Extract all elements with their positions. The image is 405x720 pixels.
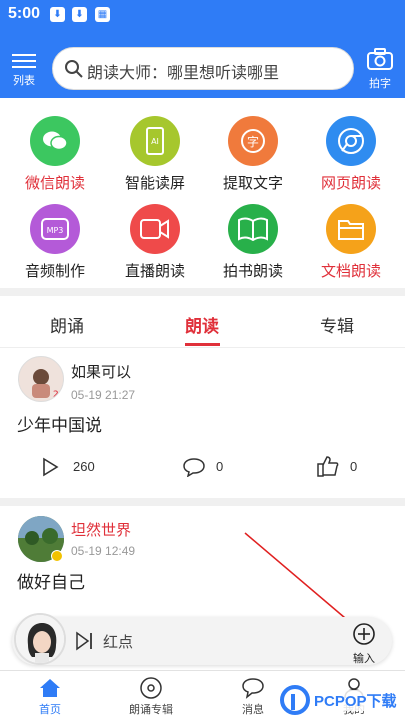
svg-text:AI: AI (151, 137, 159, 146)
player-cover[interactable] (14, 613, 66, 665)
play-next-icon[interactable] (74, 631, 94, 651)
tab-recite[interactable]: 朗诵 (50, 312, 84, 337)
nav-messages[interactable]: 消息 (218, 677, 288, 717)
feature-label: 文档朗读 (320, 263, 381, 280)
wechat-read-button[interactable]: 微信朗读 (10, 116, 100, 193)
play-count[interactable] (40, 457, 60, 481)
watermark-text: PCPOP下载 (314, 690, 397, 711)
comment-button[interactable] (183, 457, 205, 481)
ai-screen-icon: AI (130, 116, 180, 166)
post-username[interactable]: 如果可以 (71, 361, 131, 382)
download-icon: ⬇ (72, 7, 87, 22)
video-icon (130, 204, 180, 254)
menu-label: 列表 (13, 75, 35, 87)
menu-button[interactable]: 列表 (9, 50, 39, 88)
home-icon (40, 679, 60, 697)
web-read-button[interactable]: 网页朗读 (306, 116, 396, 193)
comment-count: 0 (216, 459, 224, 474)
message-icon (242, 678, 264, 699)
browser-icon (326, 116, 376, 166)
menu-icon (9, 54, 39, 68)
watermark-logo-icon (280, 685, 310, 715)
post-title[interactable]: 做好自己 (17, 568, 85, 593)
search-input[interactable]: 朗读大师：哪里想听读哪里 (52, 47, 354, 90)
camera-button[interactable]: 拍字 (362, 47, 398, 91)
status-bar: 5:00 ⬇ ⬇ ▦ (0, 0, 405, 30)
avatar[interactable]: 24 (18, 356, 64, 402)
camera-label: 拍字 (369, 78, 391, 90)
input-button[interactable]: 输入 (347, 622, 381, 666)
feature-label: 拍书朗读 (222, 263, 283, 280)
content-tabs: 朗诵 朗读 专辑 (0, 296, 405, 348)
nav-home[interactable]: 首页 (15, 677, 85, 717)
feature-label: 智能读屏 (124, 175, 185, 192)
section-divider (0, 288, 405, 296)
nav-label: 消息 (242, 704, 264, 716)
audio-make-button[interactable]: MP3 音频制作 (10, 204, 100, 281)
status-time: 5:00 (8, 5, 41, 22)
nav-label: 首页 (39, 704, 61, 716)
input-label: 输入 (353, 653, 375, 665)
feature-label: 音频制作 (24, 263, 85, 280)
mini-player[interactable]: 红点 输入 (12, 613, 392, 666)
like-button[interactable] (317, 455, 339, 481)
feature-label: 网页朗读 (320, 175, 381, 192)
vip-badge (51, 550, 63, 562)
wechat-icon (30, 116, 80, 166)
search-placeholder: 朗读大师：哪里想听读哪里 (87, 65, 280, 82)
thumbs-up-icon (317, 456, 339, 477)
book-icon (228, 204, 278, 254)
nav-label: 朗诵专辑 (129, 704, 173, 716)
live-read-button[interactable]: 直播朗读 (110, 204, 200, 281)
svg-text:字: 字 (247, 134, 259, 149)
feature-label: 提取文字 (222, 175, 283, 192)
extract-text-button[interactable]: 字 提取文字 (208, 116, 298, 193)
ai-screen-read-button[interactable]: AI 智能读屏 (110, 116, 200, 193)
tab-album[interactable]: 专辑 (320, 312, 354, 337)
mp3-icon: MP3 (30, 204, 80, 254)
list-item[interactable]: 24 如果可以 05-19 21:27 少年中国说 260 0 0 (0, 350, 405, 498)
watermark: PCPOP下载 (280, 683, 405, 720)
like-count: 0 (350, 459, 358, 474)
feature-label: 直播朗读 (124, 263, 185, 280)
post-username[interactable]: 坦然世界 (71, 519, 131, 540)
svg-text:24: 24 (53, 390, 64, 400)
section-divider (0, 498, 405, 506)
search-icon (65, 60, 83, 78)
active-tab-indicator (185, 343, 220, 346)
document-read-button[interactable]: 文档朗读 (306, 204, 396, 281)
camera-icon (367, 48, 393, 70)
play-icon (43, 457, 59, 477)
extract-text-icon: 字 (228, 116, 278, 166)
post-title[interactable]: 少年中国说 (17, 411, 102, 436)
book-read-button[interactable]: 拍书朗读 (208, 204, 298, 281)
download-icon: ⬇ (50, 7, 65, 22)
feature-label: 微信朗读 (24, 175, 85, 192)
comment-icon (183, 458, 205, 478)
disc-icon (140, 677, 162, 699)
folder-icon (326, 204, 376, 254)
tab-read[interactable]: 朗读 (185, 312, 219, 337)
nav-recite-album[interactable]: 朗诵专辑 (116, 677, 186, 717)
player-track-title: 红点 (103, 634, 134, 651)
post-date: 05-19 12:49 (71, 544, 136, 558)
image-icon: ▦ (95, 7, 110, 22)
svg-text:MP3: MP3 (47, 226, 64, 235)
post-date: 05-19 21:27 (71, 388, 136, 402)
plus-circle-icon (353, 623, 375, 645)
play-count-value: 260 (73, 459, 95, 474)
